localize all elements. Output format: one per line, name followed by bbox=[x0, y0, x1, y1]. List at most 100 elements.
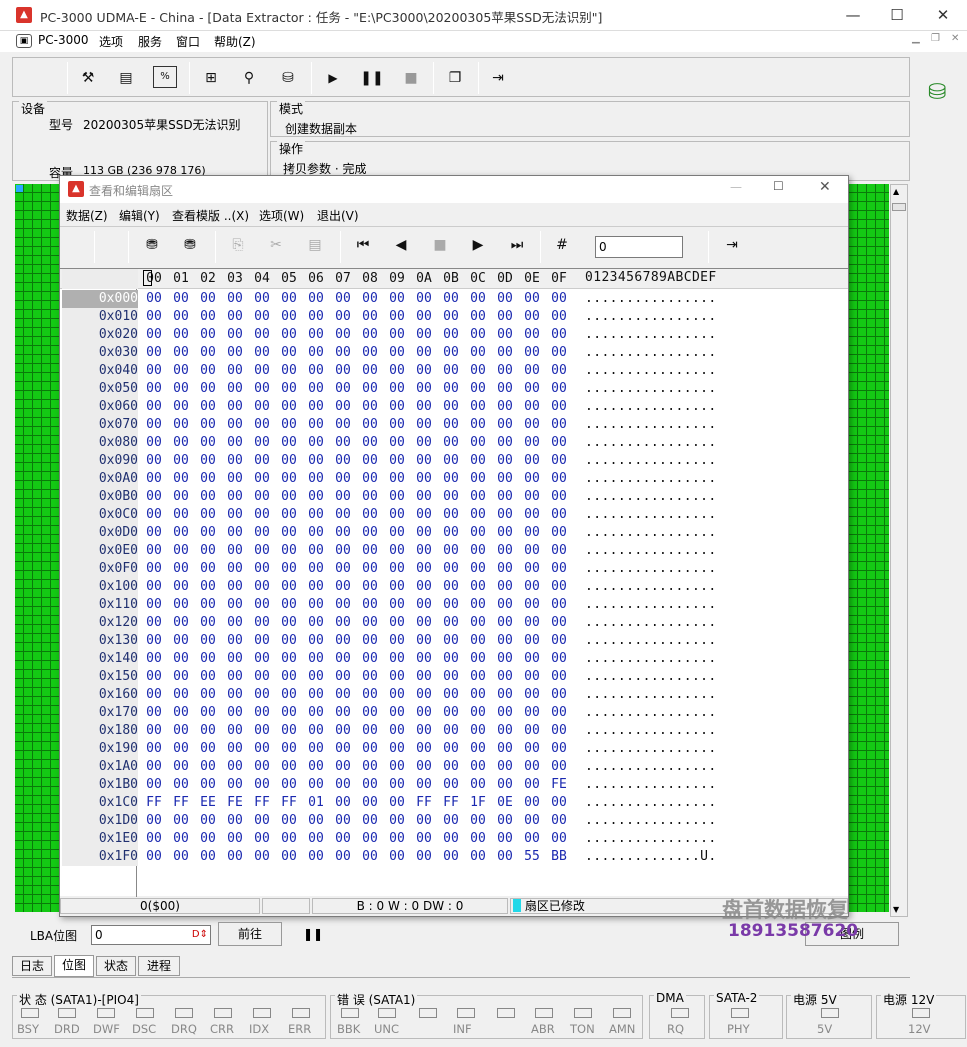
hex-byte[interactable]: 00 bbox=[494, 488, 516, 506]
hex-byte[interactable]: 00 bbox=[170, 434, 192, 452]
hex-byte[interactable]: 00 bbox=[224, 452, 246, 470]
hex-view[interactable]: 00 01 02 03 04 05 06 07 08 09 0A 0B 0C 0D 0E 0F 0123456… bbox=[60, 268, 848, 897]
hex-byte[interactable]: 00 bbox=[413, 434, 435, 452]
hex-byte[interactable]: 00 bbox=[521, 506, 543, 524]
hex-byte[interactable]: 00 bbox=[521, 416, 543, 434]
hex-byte[interactable]: 00 bbox=[278, 578, 300, 596]
hex-byte[interactable]: 00 bbox=[278, 290, 300, 308]
hex-byte[interactable]: 00 bbox=[143, 452, 165, 470]
hex-byte[interactable]: 00 bbox=[548, 434, 570, 452]
hex-byte[interactable]: 00 bbox=[278, 830, 300, 848]
hex-byte[interactable]: 00 bbox=[548, 740, 570, 758]
ascii-text[interactable]: ................ bbox=[585, 650, 717, 668]
hex-byte[interactable]: 00 bbox=[413, 488, 435, 506]
hex-byte[interactable]: 0E bbox=[494, 794, 516, 812]
hex-byte[interactable]: 00 bbox=[332, 344, 354, 362]
hex-byte[interactable]: 00 bbox=[494, 290, 516, 308]
hex-byte[interactable]: 00 bbox=[251, 650, 273, 668]
hex-byte[interactable]: 00 bbox=[386, 524, 408, 542]
hex-byte[interactable]: 00 bbox=[386, 722, 408, 740]
ascii-text[interactable]: ................ bbox=[585, 380, 717, 398]
hex-byte[interactable]: 00 bbox=[521, 344, 543, 362]
hex-byte[interactable]: 00 bbox=[440, 722, 462, 740]
hex-byte[interactable]: 00 bbox=[413, 740, 435, 758]
hex-byte[interactable]: 00 bbox=[494, 326, 516, 344]
hex-byte[interactable]: 00 bbox=[170, 740, 192, 758]
hex-byte[interactable]: 00 bbox=[278, 326, 300, 344]
hex-byte[interactable]: 00 bbox=[251, 614, 273, 632]
hex-byte[interactable]: 00 bbox=[521, 578, 543, 596]
hex-byte[interactable]: 00 bbox=[224, 704, 246, 722]
hex-byte[interactable]: 00 bbox=[467, 470, 489, 488]
hex-byte[interactable]: 00 bbox=[521, 740, 543, 758]
hex-byte[interactable]: 00 bbox=[170, 452, 192, 470]
hex-byte[interactable]: 00 bbox=[359, 794, 381, 812]
hex-byte[interactable]: 00 bbox=[494, 830, 516, 848]
hex-byte[interactable]: 00 bbox=[251, 398, 273, 416]
hex-byte[interactable]: 00 bbox=[251, 488, 273, 506]
hex-byte[interactable]: 00 bbox=[143, 704, 165, 722]
hex-byte[interactable]: 00 bbox=[305, 650, 327, 668]
hex-byte[interactable]: 00 bbox=[197, 416, 219, 434]
ascii-text[interactable]: ................ bbox=[585, 524, 717, 542]
tree-icon[interactable]: ⊞ bbox=[199, 66, 223, 90]
hex-byte[interactable]: 00 bbox=[224, 434, 246, 452]
hex-byte[interactable]: 00 bbox=[197, 326, 219, 344]
hex-byte[interactable]: 00 bbox=[170, 614, 192, 632]
hex-byte[interactable]: 00 bbox=[359, 812, 381, 830]
hex-byte[interactable]: 00 bbox=[251, 740, 273, 758]
hex-byte[interactable]: FF bbox=[170, 794, 192, 812]
hex-byte[interactable]: 00 bbox=[494, 614, 516, 632]
editor-menu-exit[interactable]: 退出(V) bbox=[317, 207, 359, 224]
hex-byte[interactable]: 00 bbox=[305, 344, 327, 362]
ascii-text[interactable]: ................ bbox=[585, 470, 717, 488]
hex-byte[interactable]: 00 bbox=[521, 830, 543, 848]
hex-byte[interactable]: 01 bbox=[305, 794, 327, 812]
hex-byte[interactable]: 00 bbox=[548, 362, 570, 380]
hex-byte[interactable]: 00 bbox=[359, 470, 381, 488]
hex-byte[interactable]: BB bbox=[548, 848, 570, 866]
hex-byte[interactable]: 00 bbox=[278, 668, 300, 686]
hex-byte[interactable]: 00 bbox=[467, 398, 489, 416]
hex-byte[interactable]: 00 bbox=[413, 470, 435, 488]
hex-byte[interactable]: 00 bbox=[467, 632, 489, 650]
hex-byte[interactable]: 00 bbox=[386, 380, 408, 398]
hex-byte[interactable]: 00 bbox=[224, 578, 246, 596]
hex-byte[interactable]: 00 bbox=[251, 776, 273, 794]
hex-byte[interactable]: 00 bbox=[224, 758, 246, 776]
hex-byte[interactable]: 00 bbox=[251, 560, 273, 578]
hex-byte[interactable]: 00 bbox=[413, 560, 435, 578]
hex-byte[interactable]: 00 bbox=[251, 704, 273, 722]
hex-byte[interactable]: 00 bbox=[278, 758, 300, 776]
tab-process[interactable]: 进程 bbox=[138, 956, 180, 976]
hex-byte[interactable]: 00 bbox=[143, 362, 165, 380]
hex-byte[interactable]: 00 bbox=[332, 452, 354, 470]
hex-byte[interactable]: 00 bbox=[332, 308, 354, 326]
hex-byte[interactable]: 00 bbox=[170, 542, 192, 560]
minimize-button[interactable]: — bbox=[830, 0, 876, 30]
hex-byte[interactable]: 00 bbox=[170, 704, 192, 722]
hex-byte[interactable]: 00 bbox=[332, 830, 354, 848]
hex-byte[interactable]: 00 bbox=[467, 596, 489, 614]
hex-byte[interactable]: 00 bbox=[359, 650, 381, 668]
hex-byte[interactable]: 00 bbox=[440, 542, 462, 560]
hex-byte[interactable]: 00 bbox=[305, 704, 327, 722]
hex-byte[interactable]: 00 bbox=[494, 362, 516, 380]
hex-byte[interactable]: 00 bbox=[467, 506, 489, 524]
hex-byte[interactable]: 00 bbox=[467, 452, 489, 470]
hex-byte[interactable]: 00 bbox=[278, 704, 300, 722]
hex-byte[interactable]: 00 bbox=[143, 434, 165, 452]
hex-byte[interactable]: 00 bbox=[197, 578, 219, 596]
hex-byte[interactable]: 00 bbox=[170, 506, 192, 524]
hex-byte[interactable]: 00 bbox=[359, 452, 381, 470]
hex-byte[interactable]: 00 bbox=[413, 344, 435, 362]
hex-byte[interactable]: 00 bbox=[494, 578, 516, 596]
hex-byte[interactable]: 00 bbox=[494, 470, 516, 488]
hex-byte[interactable]: 00 bbox=[332, 326, 354, 344]
hex-byte[interactable]: 00 bbox=[197, 488, 219, 506]
hex-byte[interactable]: 00 bbox=[548, 794, 570, 812]
hex-byte[interactable]: 00 bbox=[413, 398, 435, 416]
hex-byte[interactable]: 00 bbox=[521, 650, 543, 668]
hex-byte[interactable]: 00 bbox=[170, 344, 192, 362]
hex-byte[interactable]: 00 bbox=[143, 668, 165, 686]
